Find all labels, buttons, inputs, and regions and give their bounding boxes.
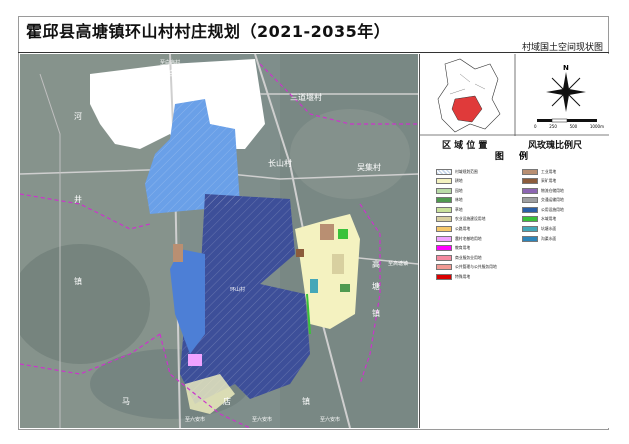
label-zhen-east: 镇 — [372, 309, 380, 318]
scale-ticks: 0 250 500 1000m — [534, 124, 604, 129]
legend-item: 水域用地 — [522, 215, 564, 224]
label-to-luan-3: 至六安市 — [320, 417, 341, 423]
label-tang: 塘 — [372, 282, 380, 291]
legend-item: 林地 — [436, 196, 497, 205]
title-divider — [18, 52, 609, 53]
side-panel: N 0 250 500 1000m 区 域 位 置 风玫瑰比例尺 图 例 村域规… — [419, 54, 609, 428]
label-changshan: 长山村 — [268, 159, 292, 168]
legend-item: 農村宅基地用地 — [436, 234, 497, 243]
north-label: N — [563, 64, 569, 72]
legend-item: 特殊用地 — [436, 273, 497, 282]
legend-item: 工业用地 — [522, 167, 564, 176]
label-zhen-west: 镇 — [74, 277, 82, 286]
legend-item: 耕地 — [436, 177, 497, 186]
label-baimiao: 白庙村 — [168, 69, 192, 78]
label-he: 河 — [74, 112, 82, 121]
label-zhen-south: 镇 — [302, 397, 310, 406]
label-huanshan: 环山村 — [230, 287, 246, 293]
label-to-baimiao: 至白庙村 — [160, 60, 181, 66]
legend-item: 物流仓储用地 — [522, 186, 564, 195]
label-jing: 井 — [74, 195, 82, 204]
legend-title: 图 例 — [494, 152, 535, 162]
label-gao: 高 — [372, 260, 380, 269]
label-dian: 店 — [223, 397, 231, 406]
legend-item: 农业设施建设用地 — [436, 215, 497, 224]
page-title: 霍邱县高塘镇环山村村庄规划（2021-2035年） — [26, 22, 391, 41]
legend-item: 公用设施用地 — [522, 205, 564, 214]
label-ma: 马 — [122, 397, 130, 406]
legend-right: 工业用地 采矿用地 物流仓储用地 交通运输用地 公用设施用地 水域用地 坑塘水面… — [522, 167, 564, 244]
main-map[interactable]: 白庙村 马圩村 三道堰村 长山村 吴集村 河 井 镇 高 塘 镇 马 店 镇 环… — [20, 54, 418, 428]
legend-item: 坑塘水面 — [522, 225, 564, 234]
legend-item: 园地 — [436, 186, 497, 195]
legend-item: 村域规划范围 — [436, 167, 497, 176]
legend-item: 公共管理与公共服务用地 — [436, 263, 497, 272]
legend-item: 商业服务业用地 — [436, 253, 497, 262]
compass-rose-icon — [546, 72, 586, 112]
legend-item: 教育用地 — [436, 244, 497, 253]
label-wuji: 吴集村 — [357, 163, 381, 172]
label-mawei: 马圩村 — [232, 69, 256, 78]
legend-item: 草地 — [436, 205, 497, 214]
label-to-luan-1: 至六安市 — [185, 417, 206, 423]
legend-left: 村域规划范围 耕地 园地 林地 草地 农业设施建设用地 公路用地 農村宅基地用地… — [436, 167, 497, 282]
label-to-gaotang: 至高塘镇 — [388, 261, 409, 267]
legend-item: 交通运输用地 — [522, 196, 564, 205]
legend-item: 沟渠水面 — [522, 234, 564, 243]
legend-item: 公路用地 — [436, 225, 497, 234]
label-sandaoyan: 三道堰村 — [290, 93, 322, 102]
label-to-luan-2: 至六安市 — [252, 417, 273, 423]
legend-item: 采矿用地 — [522, 177, 564, 186]
